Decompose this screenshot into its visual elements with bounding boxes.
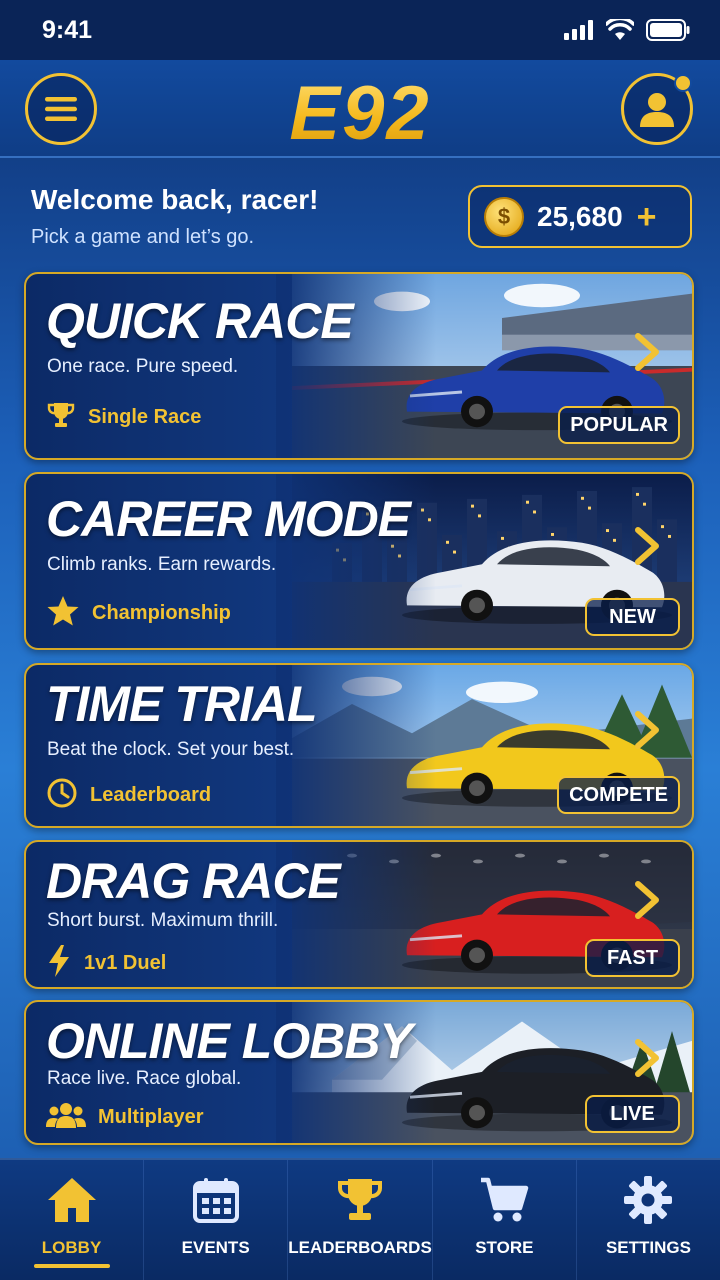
card-tag: 1v1 Duel bbox=[46, 944, 166, 982]
nav-label: EVENTS bbox=[181, 1238, 250, 1257]
card-badge: POPULAR bbox=[558, 406, 680, 444]
coin-balance[interactable]: $ 25,680 + bbox=[468, 185, 692, 248]
nav-label: SETTINGS bbox=[605, 1238, 691, 1257]
card-tag-label: 1v1 Duel bbox=[84, 951, 167, 974]
mode-card-online-lobby[interactable]: ONLINE LOBBY Race live. Race global. Mul… bbox=[24, 1000, 694, 1145]
nav-item-events[interactable]: EVENTS bbox=[144, 1160, 289, 1280]
mode-card-drag-race[interactable]: DRAG RACE Short burst. Maximum thrill. 1… bbox=[24, 840, 694, 989]
profile-button[interactable] bbox=[621, 73, 693, 145]
mode-card-quick-race[interactable]: QUICK RACE One race. Pure speed. Single … bbox=[24, 272, 694, 460]
mode-card-career-mode[interactable]: CAREER MODE Climb ranks. Earn rewards. C… bbox=[24, 472, 694, 650]
card-tag-label: Multiplayer bbox=[98, 1105, 204, 1128]
welcome-title: Welcome back, racer! bbox=[31, 184, 319, 215]
home-icon bbox=[46, 1174, 98, 1230]
cart-icon bbox=[478, 1174, 530, 1230]
card-title: DRAG RACE bbox=[46, 853, 341, 909]
card-badge: FAST bbox=[585, 939, 680, 977]
trophy-icon bbox=[334, 1174, 386, 1230]
star-icon bbox=[46, 594, 80, 632]
card-title: TIME TRIAL bbox=[46, 676, 318, 732]
card-subtitle: Short burst. Maximum thrill. bbox=[47, 910, 279, 931]
battery-icon bbox=[646, 19, 690, 41]
app-logo: E92 bbox=[0, 70, 720, 157]
user-icon bbox=[640, 93, 674, 127]
chevron-right-icon[interactable] bbox=[630, 880, 664, 920]
welcome-subtitle: Pick a game and let’s go. bbox=[31, 226, 255, 248]
status-bar: 9:41 bbox=[0, 0, 720, 60]
add-coins-button[interactable]: + bbox=[637, 200, 657, 234]
nav-label: LOBBY bbox=[41, 1238, 102, 1257]
card-title: QUICK RACE bbox=[46, 293, 354, 349]
signal-icon bbox=[564, 20, 593, 40]
lightning-icon bbox=[46, 944, 72, 982]
calendar-icon bbox=[190, 1174, 242, 1230]
card-badge: COMPETE bbox=[557, 776, 680, 814]
active-indicator bbox=[33, 1264, 110, 1268]
mode-card-time-trial[interactable]: TIME TRIAL Beat the clock. Set your best… bbox=[24, 663, 694, 828]
chevron-right-icon[interactable] bbox=[630, 1038, 664, 1078]
gear-icon bbox=[622, 1174, 674, 1230]
status-icons bbox=[564, 19, 690, 41]
card-tag: Single Race bbox=[46, 400, 201, 434]
card-title: ONLINE LOBBY bbox=[46, 1013, 413, 1069]
card-tag-label: Single Race bbox=[88, 405, 202, 428]
card-subtitle: One race. Pure speed. bbox=[47, 356, 239, 377]
users-icon bbox=[46, 1100, 86, 1134]
card-title: CAREER MODE bbox=[46, 491, 411, 547]
card-tag: Championship bbox=[46, 594, 231, 632]
nav-item-settings[interactable]: SETTINGS bbox=[577, 1160, 720, 1280]
notification-dot bbox=[674, 74, 692, 92]
card-tag: Leaderboard bbox=[46, 777, 211, 813]
bottom-nav: LOBBY EVENTS LEADERBOARDS STORE SETTINGS bbox=[0, 1158, 720, 1280]
app-header: E92 bbox=[0, 60, 720, 158]
card-tag-label: Leaderboard bbox=[90, 783, 212, 806]
status-time: 9:41 bbox=[42, 15, 93, 44]
wifi-icon bbox=[606, 19, 634, 40]
card-badge: LIVE bbox=[585, 1095, 680, 1133]
coin-value: 25,680 bbox=[537, 200, 623, 232]
chevron-right-icon[interactable] bbox=[630, 526, 664, 566]
chevron-right-icon[interactable] bbox=[630, 710, 664, 750]
clock-icon bbox=[46, 777, 78, 813]
nav-item-store[interactable]: STORE bbox=[433, 1160, 577, 1280]
card-subtitle: Climb ranks. Earn rewards. bbox=[47, 554, 277, 575]
card-tag-label: Championship bbox=[92, 601, 231, 624]
coin-icon: $ bbox=[484, 196, 524, 237]
card-subtitle: Beat the clock. Set your best. bbox=[47, 739, 295, 760]
card-tag: Multiplayer bbox=[46, 1100, 204, 1134]
nav-label: LEADERBOARDS bbox=[288, 1238, 432, 1257]
card-subtitle: Race live. Race global. bbox=[47, 1068, 242, 1089]
card-badge: NEW bbox=[585, 598, 680, 636]
nav-item-leaderboards[interactable]: LEADERBOARDS bbox=[288, 1160, 433, 1280]
chevron-right-icon[interactable] bbox=[630, 332, 664, 372]
nav-label: STORE bbox=[475, 1238, 534, 1257]
nav-item-lobby[interactable]: LOBBY bbox=[0, 1160, 145, 1280]
trophy-icon bbox=[46, 400, 76, 434]
